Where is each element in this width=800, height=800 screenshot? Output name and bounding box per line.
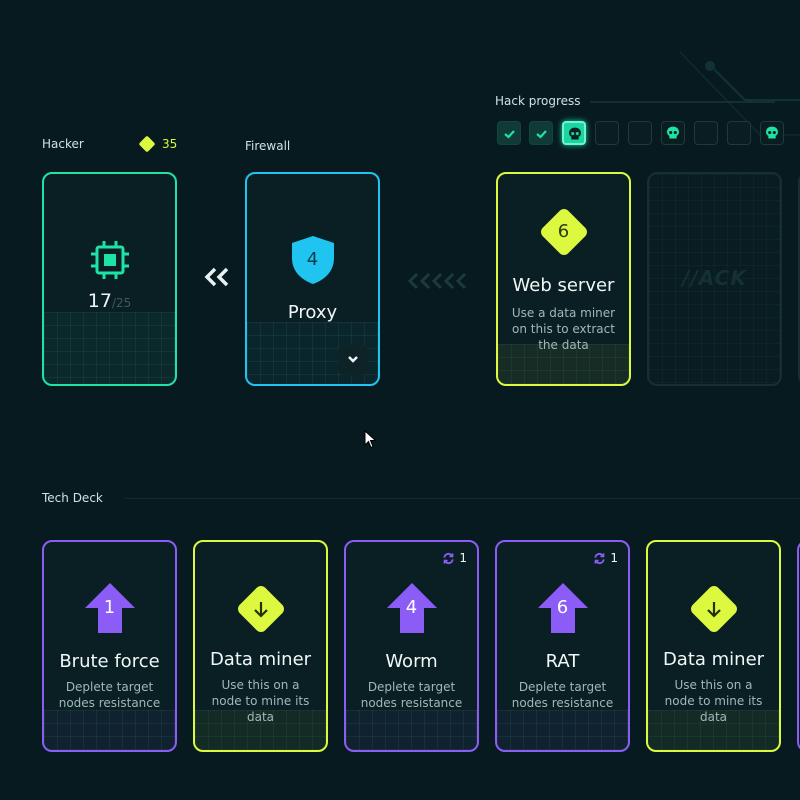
hack-progress-step xyxy=(497,121,521,145)
target-node-name: Web server xyxy=(512,275,615,296)
chevron-down-icon xyxy=(348,356,358,363)
mouse-cursor xyxy=(364,430,377,449)
target-node-value: 6 xyxy=(557,221,570,242)
reuse-count: 1 xyxy=(610,551,618,565)
hp-readout: 17/25 xyxy=(44,290,175,312)
tech-card-desc: Use this on a node to mine its data xyxy=(211,678,310,724)
hp-max: /25 xyxy=(111,296,132,310)
tech-card-name: RAT xyxy=(545,651,580,672)
skull-icon xyxy=(766,126,778,139)
reuse-badge: 1 xyxy=(593,551,618,565)
faded-arrows-icon xyxy=(408,272,467,290)
hack-logo: //ACK xyxy=(682,266,747,290)
reuse-badge: 1 xyxy=(442,551,467,565)
hack-progress-step xyxy=(661,121,685,145)
locked-node-card: //ACK xyxy=(647,172,782,386)
tech-card[interactable]: 4 Worm Deplete target nodes resistance 1 xyxy=(344,540,479,752)
attack-power-value: 6 xyxy=(556,597,569,618)
tech-card-desc: Deplete target nodes resistance xyxy=(58,680,161,710)
reuse-count: 1 xyxy=(459,551,467,565)
tech-card-name: Worm xyxy=(385,651,438,672)
tech-card-name: Data miner xyxy=(209,649,312,670)
attack-direction-arrow-icon xyxy=(204,267,229,287)
hack-progress-line xyxy=(590,101,775,103)
download-arrow-icon xyxy=(707,602,721,618)
attack-power-value: 4 xyxy=(405,597,418,618)
hacker-label: Hacker xyxy=(42,137,84,151)
tech-card-desc: Deplete target nodes resistance xyxy=(511,680,614,710)
firewall-name: Proxy xyxy=(287,302,338,323)
tech-card[interactable]: 6 RAT Deplete target nodes resistance 1 xyxy=(495,540,630,752)
hack-progress-step xyxy=(529,121,553,145)
firewall-label: Firewall xyxy=(245,139,291,153)
refresh-icon xyxy=(443,552,454,564)
tech-card[interactable]: Data miner Use this on a node to mine its… xyxy=(193,540,328,752)
hack-progress-step xyxy=(628,121,652,145)
hack-progress-step xyxy=(727,121,751,145)
tech-deck-divider xyxy=(125,498,800,499)
hp-value: 17 xyxy=(87,290,112,312)
hack-progress-step xyxy=(595,121,619,145)
tech-card[interactable]: Data miner Use this on a node to mine its… xyxy=(646,540,781,752)
currency-diamond-icon xyxy=(138,135,156,153)
target-node-desc: Use a data miner on this to extract the … xyxy=(511,306,616,352)
tech-card[interactable]: 1 Brute force Deplete target nodes resista… xyxy=(42,540,177,752)
check-icon xyxy=(504,130,515,139)
hack-progress-step xyxy=(694,121,718,145)
tech-card-desc: Use this on a node to mine its data xyxy=(664,678,763,724)
hack-progress-label: Hack progress xyxy=(495,94,581,108)
card-glow xyxy=(346,710,477,750)
check-icon xyxy=(536,130,547,139)
tech-card-name: Data miner xyxy=(662,649,765,670)
expand-button[interactable] xyxy=(338,345,368,375)
tech-card-desc: Deplete target nodes resistance xyxy=(360,680,463,710)
card-glow xyxy=(497,710,628,750)
card-glow xyxy=(44,710,175,750)
skull-icon xyxy=(667,126,679,139)
target-node-card[interactable]: 6 Web server Use a data miner on this to… xyxy=(496,172,631,386)
download-arrow-icon xyxy=(254,602,268,618)
hack-progress-step xyxy=(562,121,586,145)
skull-icon xyxy=(569,127,581,140)
hack-progress-step xyxy=(760,121,784,145)
tech-deck-label: Tech Deck xyxy=(42,491,103,505)
currency-count: 35 xyxy=(162,137,178,151)
cpu-chip-icon xyxy=(91,241,129,279)
card-glow xyxy=(44,312,175,384)
attack-power-value: 1 xyxy=(103,597,116,618)
refresh-icon xyxy=(594,552,605,564)
tech-card-name: Brute force xyxy=(59,651,160,672)
firewall-strength: 4 xyxy=(306,249,319,270)
firewall-card[interactable]: 4 Proxy xyxy=(245,172,380,386)
hacker-card[interactable]: 17/25 xyxy=(42,172,177,386)
